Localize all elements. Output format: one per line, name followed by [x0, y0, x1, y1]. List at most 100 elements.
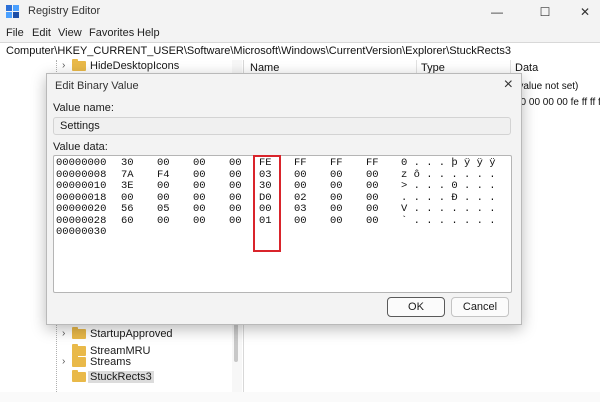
hex-ascii[interactable]: > . . . 0 . . .	[401, 180, 496, 192]
chevron-right-icon[interactable]: ›	[62, 356, 65, 367]
data-cell[interactable]: 30 00 00 00 fe ff ff ff	[515, 97, 600, 108]
tree-item-label: StartupApproved	[90, 328, 173, 340]
hex-byte[interactable]: 00	[330, 180, 343, 192]
value-name-label: Value name:	[53, 102, 114, 114]
value-data-hex-editor[interactable]: 00000000 30 00 00 00 FE FF FF FF 0 . . . þ ÿ ÿ ÿ0…	[53, 155, 512, 293]
hex-byte[interactable]: 00	[193, 169, 206, 181]
folder-icon	[72, 355, 86, 367]
hex-byte[interactable]: 3E	[121, 180, 134, 192]
hex-offset: 00000028	[56, 214, 107, 227]
hex-byte[interactable]: 00	[193, 203, 206, 215]
hex-byte[interactable]: FF	[330, 157, 343, 169]
hex-byte[interactable]: 7A	[121, 169, 134, 181]
hex-byte[interactable]: 00	[193, 157, 206, 169]
hex-byte[interactable]: 00	[157, 215, 170, 227]
horizontal-scrollbar[interactable]	[0, 392, 600, 402]
hex-row[interactable]: 00000020 56 05 00 00 00 03 00 00 V . . . . . . .	[54, 203, 511, 215]
hex-ascii[interactable]: ` . . . . . . .	[401, 215, 496, 227]
hex-byte[interactable]: 56	[121, 203, 134, 215]
menu-help[interactable]: Help	[137, 27, 160, 39]
chevron-right-icon[interactable]: ›	[62, 60, 65, 71]
hex-row[interactable]: 00000028 60 00 00 00 01 00 00 00 ` . . . . . . .	[54, 215, 511, 227]
registry-editor-icon	[6, 5, 19, 18]
hex-byte[interactable]: 00	[229, 169, 242, 181]
tree-item-label: StuckRects3	[88, 371, 154, 383]
menu-edit[interactable]: Edit	[32, 27, 51, 39]
data-cell[interactable]: (value not set)	[515, 81, 578, 92]
hex-byte[interactable]: 00	[157, 157, 170, 169]
hex-byte[interactable]: 00	[366, 215, 379, 227]
address-path[interactable]: Computer\HKEY_CURRENT_USER\Software\Micr…	[6, 45, 511, 57]
hex-byte[interactable]: 00	[193, 192, 206, 204]
tree-scrollbar-thumb[interactable]	[234, 322, 238, 362]
hex-byte[interactable]: 00	[366, 203, 379, 215]
maximize-icon[interactable]: ☐	[530, 3, 560, 21]
close-icon[interactable]: ✕	[570, 3, 600, 21]
hex-row[interactable]: 00000018 00 00 00 00 D0 02 00 00. . . . Ð . . .	[54, 192, 511, 204]
menu-file[interactable]: File	[6, 27, 24, 39]
hex-byte[interactable]: 00	[229, 203, 242, 215]
hex-offset: 00000030	[56, 226, 107, 238]
hex-byte[interactable]: 00	[121, 192, 134, 204]
hex-row[interactable]: 00000010 3E 00 00 00 30 00 00 00 > . . . 0 . . .	[54, 180, 511, 192]
hex-ascii[interactable]: V . . . . . . .	[401, 203, 496, 215]
highlight-box	[253, 155, 281, 252]
hex-byte[interactable]: 00	[229, 180, 242, 192]
hex-row[interactable]: 00000008 7A F4 00 00 03 00 00 00 z ô . . . . . .	[54, 169, 511, 181]
hex-byte[interactable]: 00	[294, 180, 307, 192]
hex-ascii[interactable]: z ô . . . . . .	[401, 169, 496, 181]
hex-byte[interactable]: 60	[121, 215, 134, 227]
hex-byte[interactable]: 00	[229, 215, 242, 227]
hex-offset: 00000000	[56, 157, 107, 169]
hex-byte[interactable]: 00	[157, 180, 170, 192]
folder-icon	[72, 370, 86, 382]
hex-byte[interactable]: 00	[157, 192, 170, 204]
minimize-icon[interactable]: —	[482, 3, 512, 21]
hex-row[interactable]: 00000030	[54, 226, 511, 238]
hex-byte[interactable]: FF	[366, 157, 379, 169]
hex-offset: 00000010	[56, 180, 107, 192]
tree-item-label: HideDesktopIcons	[90, 60, 180, 72]
hex-ascii[interactable]: 0 . . . þ ÿ ÿ ÿ	[401, 157, 496, 169]
hex-byte[interactable]: 00	[294, 215, 307, 227]
menu-view[interactable]: View	[58, 27, 82, 39]
title-bar: Registry Editor — ☐ ✕	[0, 0, 600, 24]
hex-byte[interactable]: 00	[366, 180, 379, 192]
folder-icon	[72, 59, 86, 71]
edit-binary-value-dialog: Edit Binary Value × Value name: Settings…	[46, 73, 522, 325]
hex-byte[interactable]: 00	[294, 169, 307, 181]
hex-byte[interactable]: FF	[294, 157, 307, 169]
hex-offset: 00000008	[56, 168, 107, 181]
value-name-field[interactable]: Settings	[53, 117, 511, 135]
hex-byte[interactable]: 00	[193, 215, 206, 227]
menu-favorites[interactable]: Favorites	[89, 27, 134, 39]
hex-offset: 00000020	[56, 203, 107, 215]
hex-ascii[interactable]: . . . . Ð . . .	[401, 192, 496, 204]
hex-byte[interactable]: 02	[294, 192, 307, 204]
ok-button[interactable]: OK	[387, 297, 445, 317]
window-title: Registry Editor	[28, 5, 101, 17]
chevron-right-icon[interactable]: ›	[62, 328, 65, 339]
hex-row[interactable]: 00000000 30 00 00 00 FE FF FF FF 0 . . . þ ÿ ÿ ÿ	[54, 157, 511, 169]
tree-item-label: Streams	[90, 356, 131, 368]
hex-byte[interactable]: 00	[229, 157, 242, 169]
hex-offset: 00000018	[56, 191, 107, 204]
folder-icon	[72, 327, 86, 339]
dialog-title: Edit Binary Value	[55, 80, 139, 92]
hex-byte[interactable]: F4	[157, 169, 170, 181]
address-bar[interactable]: Computer\HKEY_CURRENT_USER\Software\Micr…	[0, 42, 600, 61]
hex-byte[interactable]: 30	[121, 157, 134, 169]
hex-byte[interactable]: 03	[294, 203, 307, 215]
hex-byte[interactable]: 00	[366, 192, 379, 204]
close-icon[interactable]: ×	[504, 76, 513, 94]
value-data-label: Value data:	[53, 141, 108, 153]
hex-byte[interactable]: 00	[193, 180, 206, 192]
hex-byte[interactable]: 05	[157, 203, 170, 215]
cancel-button[interactable]: Cancel	[451, 297, 509, 317]
hex-byte[interactable]: 00	[330, 169, 343, 181]
hex-byte[interactable]: 00	[366, 169, 379, 181]
hex-byte[interactable]: 00	[330, 192, 343, 204]
hex-byte[interactable]: 00	[330, 203, 343, 215]
hex-byte[interactable]: 00	[229, 192, 242, 204]
hex-byte[interactable]: 00	[330, 215, 343, 227]
